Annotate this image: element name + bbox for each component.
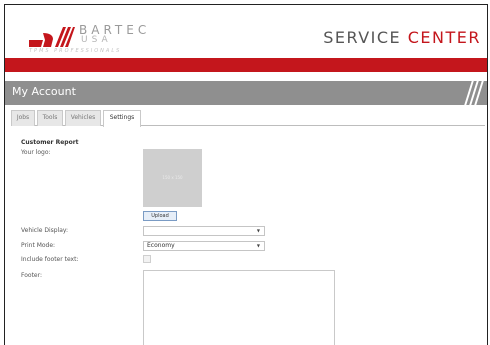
vehicle-display-select[interactable]: ▼ (143, 226, 265, 236)
bartec-logo-icon (29, 27, 75, 47)
service-center-title: SERVICE CENTER (323, 28, 481, 47)
print-mode-select[interactable]: Economy ▼ (143, 241, 265, 251)
logo-label: Your logo: (21, 149, 51, 156)
print-mode-label: Print Mode: (21, 242, 56, 249)
site-header: BARTEC USA TPMS PROFESSIONALS SERVICE CE… (5, 5, 487, 57)
upload-button[interactable]: Upload (143, 211, 177, 221)
brand-tagline: TPMS PROFESSIONALS (29, 48, 122, 54)
brand-sub: USA (81, 35, 112, 45)
print-mode-value: Economy (147, 242, 175, 249)
page-title-bar: My Account (5, 77, 487, 109)
include-footer-checkbox[interactable] (143, 255, 151, 263)
center-text: CENTER (407, 28, 481, 47)
tab-settings[interactable]: Settings (103, 110, 141, 127)
tab-vehicles[interactable]: Vehicles (65, 110, 101, 126)
tab-tools[interactable]: Tools (37, 110, 63, 126)
settings-panel: Customer Report Your logo: 150 x 150 Upl… (21, 133, 481, 345)
dropdown-arrow-icon: ▼ (256, 243, 260, 248)
brand-red-bar (5, 58, 487, 72)
account-tabs: Jobs Tools Vehicles Settings (11, 110, 485, 127)
footer-label: Footer: (21, 272, 43, 279)
vehicle-display-label: Vehicle Display: (21, 227, 69, 234)
logo-placeholder-image: 150 x 150 (143, 149, 202, 207)
logo-placeholder-text: 150 x 150 (162, 175, 183, 180)
dropdown-arrow-icon: ▼ (256, 228, 260, 233)
browser-frame: BARTEC USA TPMS PROFESSIONALS SERVICE CE… (4, 4, 488, 345)
page-title: My Account (12, 85, 76, 98)
footer-textarea[interactable] (143, 270, 335, 345)
tab-jobs[interactable]: Jobs (11, 110, 35, 126)
include-footer-label: Include footer text: (21, 256, 79, 263)
service-text: SERVICE (323, 28, 402, 47)
section-title: Customer Report (21, 139, 79, 146)
slashes-decoration-icon (463, 77, 485, 109)
